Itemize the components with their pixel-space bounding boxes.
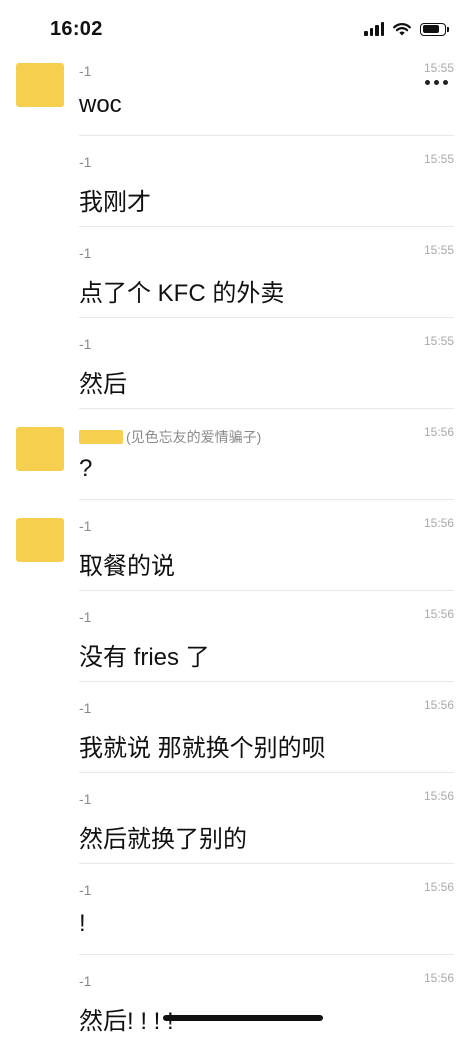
message-text: 然后 [79,371,127,398]
message-row[interactable]: -1 15:56 取餐的说 [0,500,474,591]
cellular-signal-icon [364,22,384,36]
message-row[interactable]: -1 15:55 点了个 KFC 的外卖 [0,227,474,318]
message-text: 点了个 KFC 的外卖 [79,280,285,307]
message-row[interactable]: -1 15:56 ! [0,864,474,955]
sender-name: -1 [79,973,92,989]
message-time: 15:56 [423,698,454,712]
wifi-icon [393,23,411,36]
message-text: woc [79,91,122,118]
message-time: 15:55 [423,152,454,166]
sender-name: -1 [79,154,92,170]
message-row[interactable]: -1 15:55 我刚才 [0,136,474,227]
message-row[interactable]: -1 15:56 然后就换了别的 [0,773,474,864]
message-row[interactable]: (见色忘友的爱情骗子) 15:56 ? [0,409,474,500]
message-text: 然后! ! ! ! [79,1008,174,1035]
sender-name: -1 [79,882,92,898]
message-text: ! [79,910,86,937]
message-text: 我就说 那就换个别的呗 [79,735,326,762]
sender-name: -1 [79,700,92,716]
sender-name: -1 [79,518,92,534]
sender-name: -1 [79,791,92,807]
message-list: -1 15:55 woc -1 15:55 我刚才 -1 15:55 点了个 K… [0,45,474,1046]
message-time: 15:56 [423,789,454,803]
message-time: 15:55 [423,61,454,75]
sender-name: (见色忘友的爱情骗子) [79,427,261,447]
status-time: 16:02 [50,18,103,40]
message-time: 15:56 [423,425,454,439]
message-time: 15:56 [423,880,454,894]
sender-name: -1 [79,336,92,352]
message-text: 没有 fries 了 [79,644,210,671]
sender-name: -1 [79,245,92,261]
sender-nickname: (见色忘友的爱情骗子) [126,429,262,445]
message-row[interactable]: -1 15:55 然后 [0,318,474,409]
sender-name: -1 [79,609,92,625]
message-text: ? [79,455,93,482]
sender-name: -1 [79,63,92,79]
message-time: 15:56 [423,971,454,985]
avatar[interactable] [16,427,64,471]
scribble-strikethrough [163,1015,323,1021]
status-icons [364,22,449,36]
message-row[interactable]: -1 15:56 我就说 那就换个别的呗 [0,682,474,773]
redacted-name-block [79,430,123,444]
message-row[interactable]: -1 15:55 woc [0,45,474,136]
message-time: 15:55 [423,243,454,257]
message-time: 15:55 [423,334,454,348]
message-text: 然后就换了别的 [79,826,247,853]
avatar[interactable] [16,518,64,562]
avatar[interactable] [16,63,64,107]
message-row[interactable]: -1 15:56 没有 fries 了 [0,591,474,682]
message-text: 取餐的说 [79,553,175,580]
message-time: 15:56 [423,607,454,621]
message-row[interactable]: -1 15:56 然后! ! ! ! [0,955,474,1046]
message-time: 15:56 [423,516,454,530]
battery-icon [420,22,449,36]
message-text: 我刚才 [79,189,151,216]
